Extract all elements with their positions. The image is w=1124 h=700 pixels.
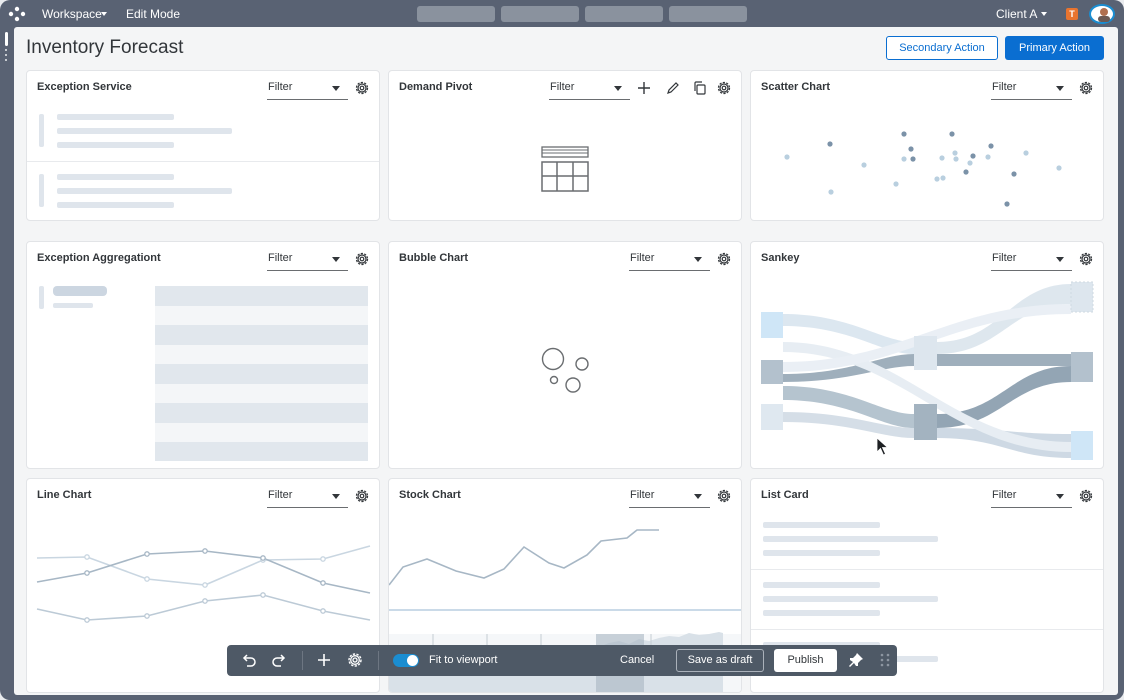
card-scatter-chart[interactable]: Scatter Chart Filter xyxy=(750,70,1104,221)
list-item-marker xyxy=(39,286,44,309)
list-item-placeholder xyxy=(763,536,938,542)
edit-toolbar: Fit to viewport Cancel Save as draft Pub… xyxy=(227,645,897,676)
divider xyxy=(302,651,303,670)
app-logo-icon[interactable] xyxy=(8,6,26,22)
card-title: Demand Pivot xyxy=(399,81,473,93)
list-item-placeholder xyxy=(57,114,174,120)
filter-select[interactable]: Filter xyxy=(267,79,348,100)
chevron-down-icon xyxy=(332,86,340,91)
scatter-plot-graphic xyxy=(784,131,1062,207)
fit-to-viewport-toggle[interactable] xyxy=(393,654,419,667)
list-item-placeholder xyxy=(763,596,938,602)
gear-icon[interactable] xyxy=(716,80,732,96)
gear-icon[interactable] xyxy=(1078,488,1094,504)
list-item-placeholder xyxy=(57,142,174,148)
chevron-down-icon xyxy=(1056,494,1064,499)
filter-select[interactable]: Filter xyxy=(991,487,1072,508)
page-title: Inventory Forecast xyxy=(26,37,184,58)
table-placeholder xyxy=(155,286,368,461)
mode-label: Edit Mode xyxy=(126,7,181,21)
fit-to-viewport-label: Fit to viewport xyxy=(429,654,498,666)
list-item-placeholder xyxy=(763,610,880,616)
list-item-placeholder xyxy=(763,522,880,528)
card-title: Exception Service xyxy=(37,81,132,93)
divider xyxy=(751,569,1103,570)
save-draft-button[interactable]: Save as draft xyxy=(676,649,764,672)
drag-handle-icon[interactable] xyxy=(877,652,893,668)
chevron-down-icon[interactable] xyxy=(101,12,107,16)
filter-label: Filter xyxy=(268,252,293,264)
primary-action-button[interactable]: Primary Action xyxy=(1005,36,1104,60)
card-title: List Card xyxy=(761,489,809,501)
redo-icon[interactable] xyxy=(271,652,287,668)
app-frame: Workspace Edit Mode Client A T Inventory… xyxy=(0,0,1124,700)
toggle-knob xyxy=(407,655,418,666)
filter-label: Filter xyxy=(550,81,575,93)
list-item-placeholder xyxy=(763,550,880,556)
nav-placeholder[interactable] xyxy=(501,6,579,22)
cancel-button[interactable]: Cancel xyxy=(620,654,654,666)
shell-bar: Workspace Edit Mode Client A T xyxy=(0,0,1124,27)
list-item-placeholder xyxy=(57,128,232,134)
pin-icon[interactable] xyxy=(848,652,864,668)
chevron-down-icon[interactable] xyxy=(1041,12,1047,16)
bubble-chart-icon xyxy=(541,347,589,393)
add-icon[interactable] xyxy=(316,652,332,668)
pivot-table-icon xyxy=(541,146,589,192)
card-bubble-chart[interactable]: Bubble Chart Filter xyxy=(388,241,742,469)
card-demand-pivot[interactable]: Demand Pivot Filter xyxy=(388,70,742,221)
mouse-cursor-icon xyxy=(876,437,889,456)
divider xyxy=(751,629,1103,630)
nav-placeholder[interactable] xyxy=(417,6,495,22)
avatar-image-icon xyxy=(1098,8,1110,22)
undo-icon[interactable] xyxy=(241,652,257,668)
card-sankey[interactable]: Sankey Filter xyxy=(750,241,1104,469)
nav-placeholder[interactable] xyxy=(585,6,663,22)
divider xyxy=(27,161,379,162)
gear-icon[interactable] xyxy=(354,251,370,267)
client-menu[interactable]: Client A xyxy=(996,7,1037,21)
user-badge[interactable]: T xyxy=(1066,8,1078,20)
edit-icon[interactable] xyxy=(665,80,681,96)
filter-select[interactable]: Filter xyxy=(267,250,348,271)
list-item-placeholder xyxy=(57,188,232,194)
list-item-marker xyxy=(39,174,44,207)
kpi-placeholder xyxy=(53,286,107,296)
list-item-placeholder xyxy=(57,202,174,208)
copy-icon[interactable] xyxy=(692,80,708,96)
list-item-marker xyxy=(39,114,44,147)
chevron-down-icon xyxy=(614,86,622,91)
sankey-diagram-graphic xyxy=(761,281,1094,460)
gear-icon[interactable] xyxy=(354,80,370,96)
add-icon[interactable] xyxy=(636,80,652,96)
avatar[interactable] xyxy=(1089,4,1115,24)
filter-label: Filter xyxy=(268,81,293,93)
kpi-placeholder xyxy=(53,303,93,308)
side-panel-handle[interactable] xyxy=(4,32,9,74)
chevron-down-icon xyxy=(332,257,340,262)
dashboard-canvas: Inventory Forecast Secondary Action Prim… xyxy=(14,27,1118,695)
publish-button[interactable]: Publish xyxy=(774,649,837,672)
list-item-placeholder xyxy=(57,174,174,180)
nav-placeholder[interactable] xyxy=(669,6,747,22)
filter-select[interactable]: Filter xyxy=(549,79,630,100)
card-exception-service[interactable]: Exception Service Filter xyxy=(26,70,380,221)
secondary-action-button[interactable]: Secondary Action xyxy=(886,36,998,60)
divider xyxy=(378,651,379,670)
card-title: Exception Aggregationt xyxy=(37,252,161,264)
gear-icon[interactable] xyxy=(347,652,363,668)
workspace-menu[interactable]: Workspace xyxy=(42,7,102,21)
card-exception-aggregation[interactable]: Exception Aggregationt Filter xyxy=(26,241,380,469)
filter-label: Filter xyxy=(992,489,1017,501)
list-item-placeholder xyxy=(763,582,880,588)
